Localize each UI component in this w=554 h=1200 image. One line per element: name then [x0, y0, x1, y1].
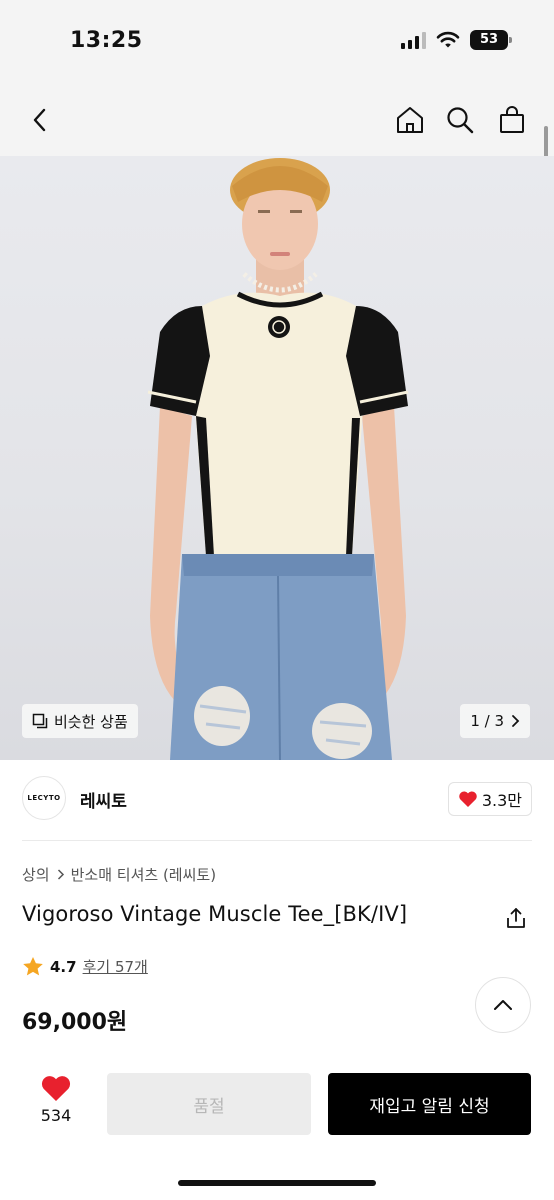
back-button[interactable] [22, 102, 58, 138]
gallery-page-counter[interactable]: 1 / 3 [460, 704, 530, 738]
wifi-icon [436, 31, 460, 48]
review-count-link[interactable]: 후기 57개 [83, 956, 148, 977]
product-image-gallery[interactable] [0, 156, 554, 760]
cart-button[interactable] [494, 102, 530, 138]
product-photo [147, 158, 409, 760]
bottom-action-bar: 534 품절 재입고 알림 신청 [0, 1056, 554, 1200]
breadcrumb: 상의 반소매 티셔츠 (레씨토) [22, 864, 216, 885]
shopping-bag-icon [500, 106, 524, 133]
home-indicator [178, 1180, 376, 1186]
brand-logo[interactable]: LECYTO [22, 776, 66, 820]
share-icon [507, 908, 525, 928]
cellular-signal-icon [401, 31, 426, 49]
heart-icon [459, 791, 477, 807]
search-button[interactable] [442, 102, 478, 138]
top-navigation [0, 84, 554, 156]
product-price: 69,000원 [22, 1010, 128, 1035]
rating-row: 4.7 후기 57개 [22, 956, 148, 977]
sold-out-button: 품절 [107, 1073, 311, 1135]
page-indicator-text: 1 / 3 [470, 712, 504, 730]
battery-indicator: 53 [470, 30, 512, 50]
home-icon [397, 107, 423, 133]
scroll-to-top-button[interactable] [475, 977, 531, 1033]
restock-alert-button[interactable]: 재입고 알림 신청 [328, 1073, 531, 1135]
product-title: Vigoroso Vintage Muscle Tee_[BK/IV] [22, 902, 408, 926]
section-divider [22, 840, 532, 841]
status-icons: 53 [401, 30, 512, 50]
similar-products-label: 비슷한 상품 [54, 712, 128, 731]
breadcrumb-category[interactable]: 상의 [22, 864, 50, 885]
chevron-right-icon [512, 715, 520, 727]
chevron-left-icon [33, 108, 46, 132]
brand-name[interactable]: 레씨토 [80, 787, 127, 812]
chevron-up-icon [494, 1000, 512, 1010]
similar-items-icon [32, 713, 48, 729]
heart-icon [41, 1076, 71, 1101]
similar-products-button[interactable]: 비슷한 상품 [22, 704, 138, 738]
brand-like-count: 3.3만 [481, 791, 522, 810]
breadcrumb-subcategory[interactable]: 반소매 티셔츠 (레씨토) [71, 864, 216, 885]
search-icon [447, 107, 474, 134]
share-button[interactable] [504, 906, 528, 930]
star-icon [23, 957, 43, 976]
status-bar: 13:25 53 [0, 0, 554, 84]
wishlist-button[interactable]: 534 [24, 1074, 88, 1138]
wishlist-count: 534 [40, 1106, 72, 1125]
home-button[interactable] [392, 102, 428, 138]
rating-value: 4.7 [50, 957, 77, 976]
brand-row[interactable]: LECYTO 레씨토 3.3만 [22, 776, 532, 824]
status-time: 13:25 [70, 28, 143, 53]
brand-like-button[interactable]: 3.3만 [447, 782, 532, 816]
chevron-right-icon [57, 869, 64, 880]
